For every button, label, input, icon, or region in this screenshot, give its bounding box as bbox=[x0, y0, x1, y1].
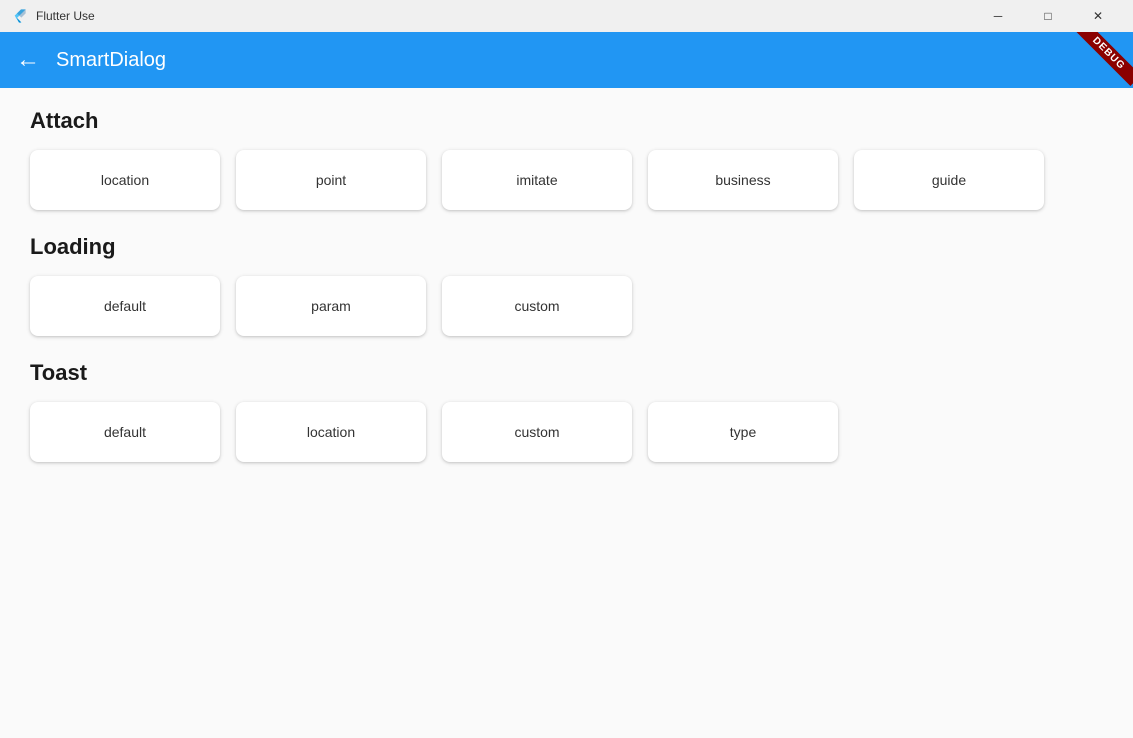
app-bar: ← SmartDialog DEBUG bbox=[0, 32, 1133, 88]
button-toast-custom[interactable]: custom bbox=[442, 402, 632, 462]
button-grid-loading: default param custom bbox=[30, 276, 1103, 336]
app-title: Flutter Use bbox=[36, 9, 95, 23]
section-toast: Toast default location custom type bbox=[30, 360, 1103, 462]
minimize-button[interactable]: ─ bbox=[975, 0, 1021, 32]
button-grid-toast: default location custom type bbox=[30, 402, 1103, 462]
main-content: Attach location point imitate business guide L… bbox=[0, 88, 1133, 738]
section-attach: Attach location point imitate business guide bbox=[30, 108, 1103, 210]
button-loading-custom[interactable]: custom bbox=[442, 276, 632, 336]
debug-ribbon: DEBUG bbox=[1069, 32, 1133, 88]
button-grid-attach: location point imitate business guide bbox=[30, 150, 1103, 210]
button-attach-guide[interactable]: guide bbox=[854, 150, 1044, 210]
button-attach-point[interactable]: point bbox=[236, 150, 426, 210]
section-title-attach: Attach bbox=[30, 108, 1103, 134]
button-toast-default[interactable]: default bbox=[30, 402, 220, 462]
button-attach-business[interactable]: business bbox=[648, 150, 838, 210]
button-toast-location[interactable]: location bbox=[236, 402, 426, 462]
button-loading-default[interactable]: default bbox=[30, 276, 220, 336]
page-title: SmartDialog bbox=[56, 49, 166, 72]
title-bar-controls: ─ □ ✕ bbox=[975, 0, 1121, 32]
back-button[interactable]: ← bbox=[16, 46, 40, 74]
button-loading-param[interactable]: param bbox=[236, 276, 426, 336]
button-attach-location[interactable]: location bbox=[30, 150, 220, 210]
section-loading: Loading default param custom bbox=[30, 234, 1103, 336]
close-button[interactable]: ✕ bbox=[1075, 0, 1121, 32]
title-bar-left: Flutter Use bbox=[12, 8, 95, 24]
debug-label: DEBUG bbox=[1076, 32, 1133, 86]
title-bar: Flutter Use ─ □ ✕ bbox=[0, 0, 1133, 32]
maximize-button[interactable]: □ bbox=[1025, 0, 1071, 32]
section-title-loading: Loading bbox=[30, 234, 1103, 260]
flutter-icon bbox=[12, 8, 28, 24]
button-attach-imitate[interactable]: imitate bbox=[442, 150, 632, 210]
button-toast-type[interactable]: type bbox=[648, 402, 838, 462]
section-title-toast: Toast bbox=[30, 360, 1103, 386]
